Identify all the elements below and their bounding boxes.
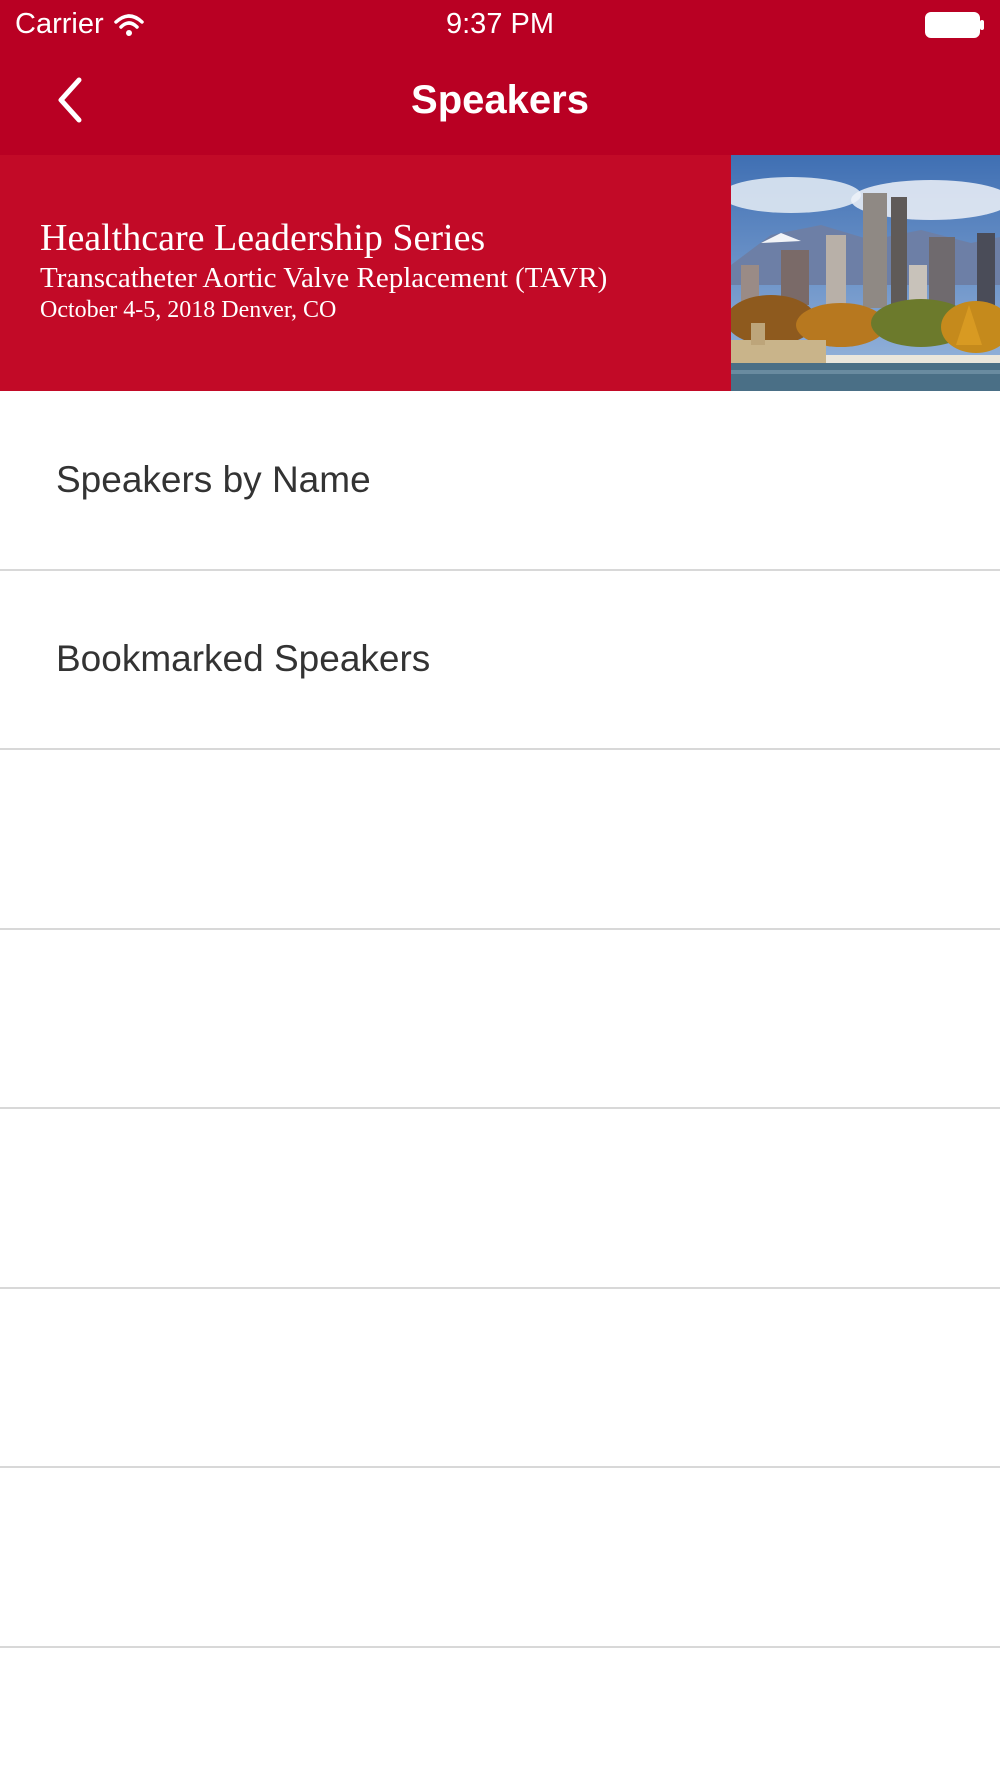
battery-icon — [925, 12, 984, 38]
event-banner: Healthcare Leadership Series Transcathet… — [0, 155, 1000, 391]
empty-list-row — [0, 930, 1000, 1109]
list-item-label: Bookmarked Speakers — [56, 638, 431, 680]
status-bar: Carrier 9:37 PM — [0, 0, 1000, 50]
list-item-bookmarked-speakers[interactable]: Bookmarked Speakers — [0, 571, 1000, 750]
banner-event-title: Transcatheter Aortic Valve Replacement (… — [40, 262, 608, 294]
page-title: Speakers — [411, 78, 589, 122]
empty-list-row — [0, 1289, 1000, 1468]
empty-list-row — [0, 1109, 1000, 1289]
banner-text: Healthcare Leadership Series Transcathet… — [40, 215, 607, 325]
denver-skyline-photo — [731, 155, 1000, 391]
top-bar: Carrier 9:37 PM Speakers — [0, 0, 1000, 155]
banner-event-date: October 4-5, 2018 Denver, CO — [40, 297, 337, 323]
empty-list-row — [0, 750, 1000, 930]
list-item-label: Speakers by Name — [56, 458, 371, 500]
banner-series-title: Healthcare Leadership Series — [40, 217, 486, 259]
speakers-menu-list: Speakers by Name Bookmarked Speakers — [0, 391, 1000, 1648]
list-item-speakers-by-name[interactable]: Speakers by Name — [0, 391, 1000, 571]
empty-list-row — [0, 1468, 1000, 1648]
status-time: 9:37 PM — [446, 8, 554, 40]
navigation-bar: Speakers — [0, 50, 1000, 155]
